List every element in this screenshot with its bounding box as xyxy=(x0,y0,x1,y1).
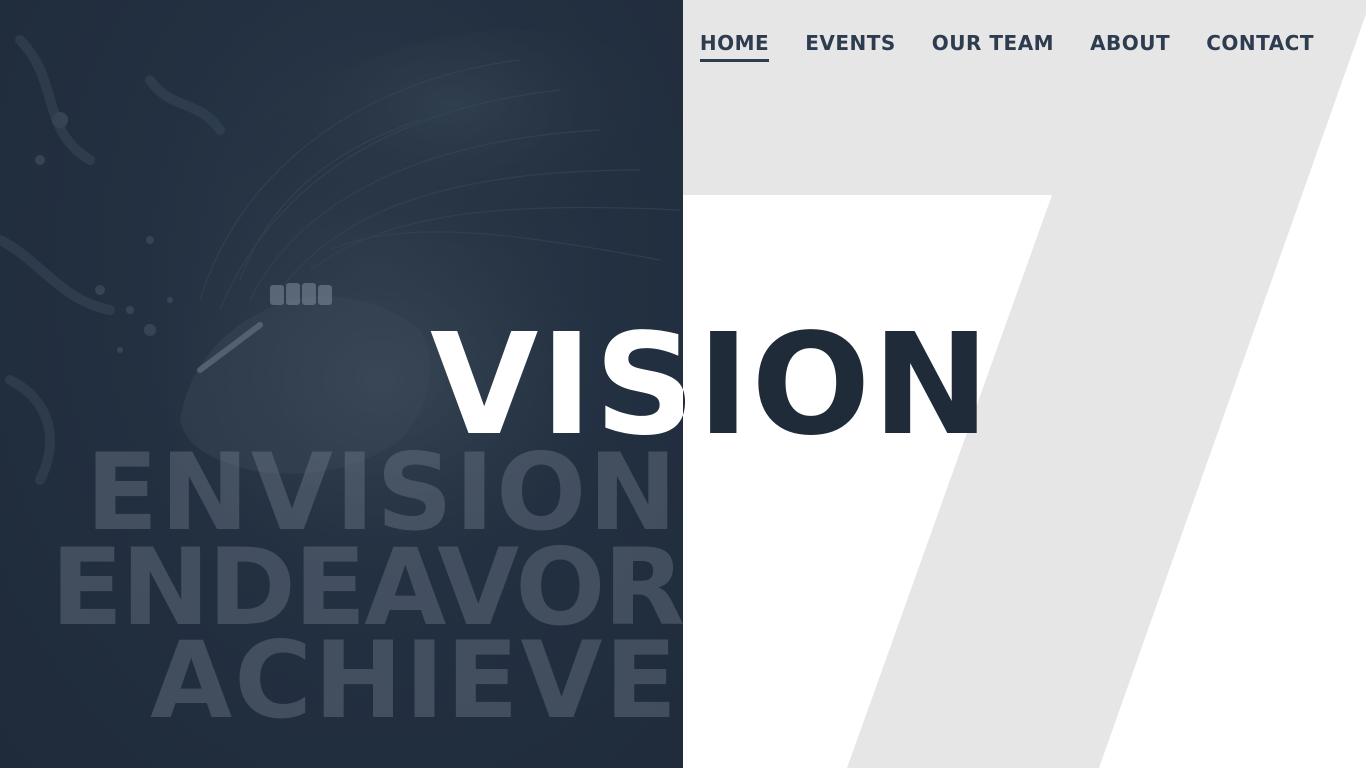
nav-about-link[interactable]: ABOUT xyxy=(1090,32,1170,59)
main-navigation: HOME EVENTS OUR TEAM ABOUT CONTACT xyxy=(699,32,1314,62)
nav-contact-link[interactable]: CONTACT xyxy=(1206,32,1314,59)
hero-stage: ENVISION ENDEAVOR ACHIEVE VISION VISION … xyxy=(0,0,1366,768)
nav-events-link[interactable]: EVENTS xyxy=(805,32,896,59)
nav-home-link[interactable]: HOME xyxy=(699,32,770,62)
nav-our-team-link[interactable]: OUR TEAM xyxy=(932,32,1054,59)
hero-photo-panel: ENVISION ENDEAVOR ACHIEVE xyxy=(0,0,683,768)
background-word-achieve: ACHIEVE xyxy=(150,619,679,742)
